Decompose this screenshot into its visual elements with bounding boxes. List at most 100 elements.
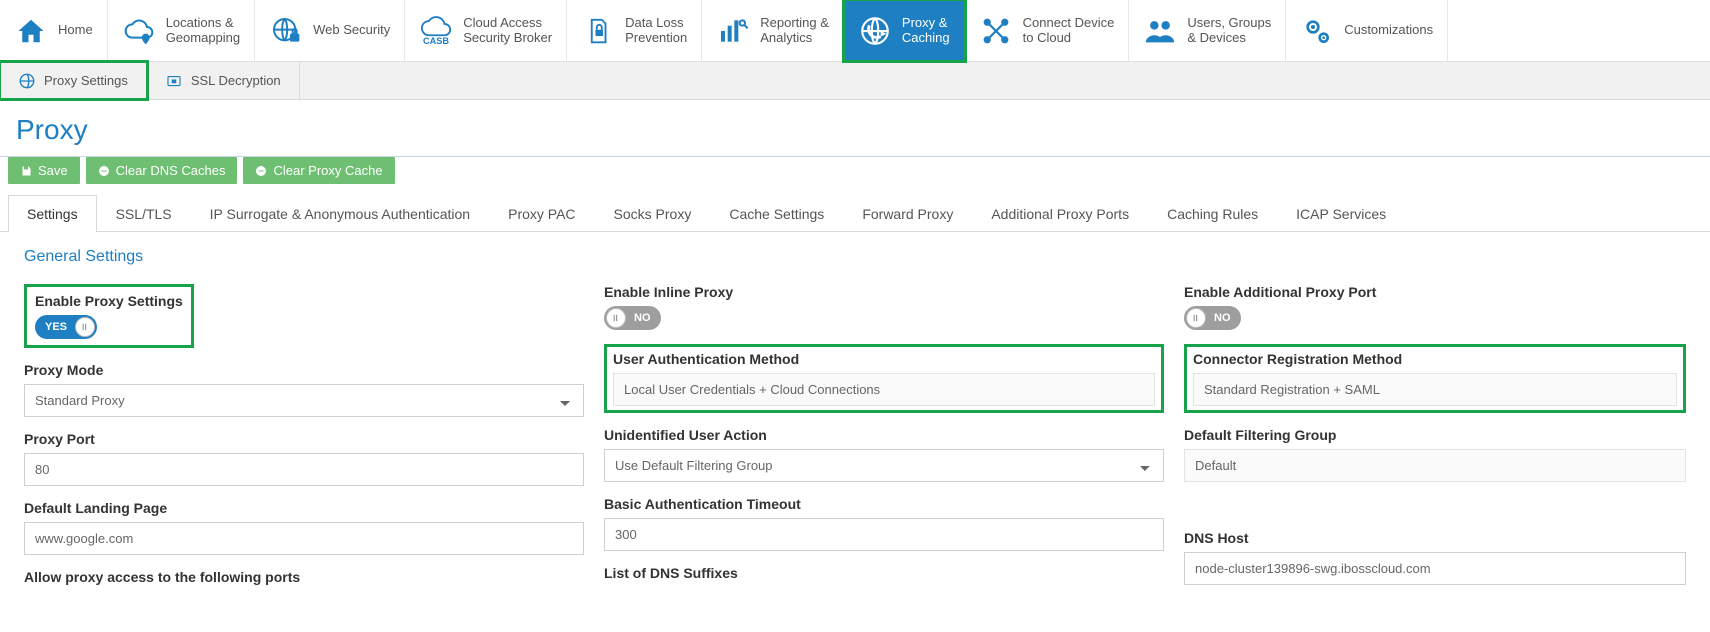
nav-label2: to Cloud xyxy=(1023,31,1115,46)
additional-port-toggle[interactable]: NO xyxy=(1184,306,1241,330)
tab-forward-proxy[interactable]: Forward Proxy xyxy=(843,195,972,232)
nav-label: Home xyxy=(58,23,93,38)
default-filtering-value[interactable]: Default xyxy=(1184,449,1686,482)
tab-label: Proxy PAC xyxy=(508,206,575,222)
nav-label: Locations & xyxy=(166,16,240,31)
tab-additional-ports[interactable]: Additional Proxy Ports xyxy=(972,195,1148,232)
enable-proxy-highlight: Enable Proxy Settings YES xyxy=(24,284,194,348)
landing-page-input[interactable] xyxy=(24,522,584,555)
column-2: Enable Inline Proxy NO User Authenticati… xyxy=(604,284,1164,599)
minus-circle-icon xyxy=(98,165,110,177)
toggle-state: NO xyxy=(628,312,661,324)
action-bar: Save Clear DNS Caches Clear Proxy Cache xyxy=(0,157,1710,184)
nav-label2: & Devices xyxy=(1187,31,1271,46)
gears-icon xyxy=(1300,14,1334,48)
enable-proxy-label: Enable Proxy Settings xyxy=(35,293,183,309)
tab-label: SSL/TLS xyxy=(116,206,172,222)
page-title: Proxy xyxy=(0,100,1710,157)
save-icon xyxy=(20,165,32,177)
nav-label2: Geomapping xyxy=(166,31,240,46)
tab-label: Caching Rules xyxy=(1167,206,1258,222)
nav-label: Data Loss xyxy=(625,16,687,31)
clear-proxy-button[interactable]: Clear Proxy Cache xyxy=(243,157,394,184)
nav-casb[interactable]: CASB Cloud AccessSecurity Broker xyxy=(405,0,567,61)
tab-settings[interactable]: Settings xyxy=(8,195,97,232)
user-auth-highlight: User Authentication Method Local User Cr… xyxy=(604,344,1164,413)
tab-proxy-pac[interactable]: Proxy PAC xyxy=(489,195,594,232)
tab-label: ICAP Services xyxy=(1296,206,1386,222)
button-label: Clear DNS Caches xyxy=(116,163,226,178)
home-icon xyxy=(14,14,48,48)
tab-label: Socks Proxy xyxy=(614,206,692,222)
button-label: Save xyxy=(38,163,68,178)
basic-auth-label: Basic Authentication Timeout xyxy=(604,496,1164,512)
top-nav: Home Locations &Geomapping Web Security … xyxy=(0,0,1710,62)
ssl-icon xyxy=(165,72,183,90)
toggle-knob xyxy=(75,317,95,337)
casb-icon: CASB xyxy=(419,14,453,48)
content: General Settings Enable Proxy Settings Y… xyxy=(0,232,1710,615)
tab-ip-surrogate[interactable]: IP Surrogate & Anonymous Authentication xyxy=(191,195,489,232)
nav-connect[interactable]: Connect Deviceto Cloud xyxy=(965,0,1130,61)
dns-suffixes-label: List of DNS Suffixes xyxy=(604,565,1164,581)
button-label: Clear Proxy Cache xyxy=(273,163,382,178)
nav-label2: Security Broker xyxy=(463,31,552,46)
subnav-ssl-decryption[interactable]: SSL Decryption xyxy=(147,62,300,99)
subnav-label: Proxy Settings xyxy=(44,73,128,88)
allow-ports-label: Allow proxy access to the following port… xyxy=(24,569,584,585)
unidentified-label: Unidentified User Action xyxy=(604,427,1164,443)
connect-icon xyxy=(979,14,1013,48)
tab-ssl-tls[interactable]: SSL/TLS xyxy=(97,195,191,232)
tab-icap-services[interactable]: ICAP Services xyxy=(1277,195,1405,232)
proxy-port-input[interactable] xyxy=(24,453,584,486)
toggle-state: NO xyxy=(1208,312,1241,324)
nav-label: Users, Groups xyxy=(1187,16,1271,31)
chart-icon xyxy=(716,14,750,48)
tab-label: Settings xyxy=(27,206,78,222)
nav-customizations[interactable]: Customizations xyxy=(1286,0,1448,61)
nav-locations[interactable]: Locations &Geomapping xyxy=(108,0,255,61)
toggle-knob xyxy=(1186,308,1206,328)
column-3: Enable Additional Proxy Port NO Connecto… xyxy=(1184,284,1686,599)
column-1: Enable Proxy Settings YES Proxy Mode Sta… xyxy=(24,284,584,599)
clear-dns-button[interactable]: Clear DNS Caches xyxy=(86,157,238,184)
subnav-label: SSL Decryption xyxy=(191,73,281,88)
nav-dlp[interactable]: Data LossPrevention xyxy=(567,0,702,61)
document-lock-icon xyxy=(581,14,615,48)
dns-host-label: DNS Host xyxy=(1184,530,1686,546)
user-auth-value[interactable]: Local User Credentials + Cloud Connectio… xyxy=(613,373,1155,406)
minus-circle-icon xyxy=(255,165,267,177)
users-icon xyxy=(1143,14,1177,48)
tab-caching-rules[interactable]: Caching Rules xyxy=(1148,195,1277,232)
tabs: Settings SSL/TLS IP Surrogate & Anonymou… xyxy=(0,194,1710,232)
nav-users[interactable]: Users, Groups& Devices xyxy=(1129,0,1286,61)
toggle-state: YES xyxy=(35,321,73,333)
subnav-proxy-settings[interactable]: Proxy Settings xyxy=(0,62,147,99)
connector-reg-label: Connector Registration Method xyxy=(1193,351,1677,367)
nav-label: Customizations xyxy=(1344,23,1433,38)
inline-proxy-toggle[interactable]: NO xyxy=(604,306,661,330)
tab-socks-proxy[interactable]: Socks Proxy xyxy=(595,195,711,232)
toggle-knob xyxy=(606,308,626,328)
dns-host-input[interactable] xyxy=(1184,552,1686,585)
section-title: General Settings xyxy=(24,248,1686,266)
globe-refresh-icon xyxy=(858,14,892,48)
default-filtering-label: Default Filtering Group xyxy=(1184,427,1686,443)
nav-home[interactable]: Home xyxy=(0,0,108,61)
nav-reporting[interactable]: Reporting &Analytics xyxy=(702,0,844,61)
connector-reg-value[interactable]: Standard Registration + SAML xyxy=(1193,373,1677,406)
proxy-mode-select[interactable]: Standard Proxy xyxy=(24,384,584,417)
nav-label: Connect Device xyxy=(1023,16,1115,31)
cloud-pin-icon xyxy=(122,14,156,48)
basic-auth-input[interactable] xyxy=(604,518,1164,551)
save-button[interactable]: Save xyxy=(8,157,80,184)
nav-websecurity[interactable]: Web Security xyxy=(255,0,405,61)
nav-proxy-caching[interactable]: Proxy &Caching xyxy=(844,0,965,61)
nav-label: Cloud Access xyxy=(463,16,552,31)
globe-icon xyxy=(18,72,36,90)
enable-proxy-toggle[interactable]: YES xyxy=(35,315,97,339)
nav-label: Proxy & xyxy=(902,16,950,31)
nav-label: Web Security xyxy=(313,23,390,38)
unidentified-select[interactable]: Use Default Filtering Group xyxy=(604,449,1164,482)
tab-cache-settings[interactable]: Cache Settings xyxy=(710,195,843,232)
